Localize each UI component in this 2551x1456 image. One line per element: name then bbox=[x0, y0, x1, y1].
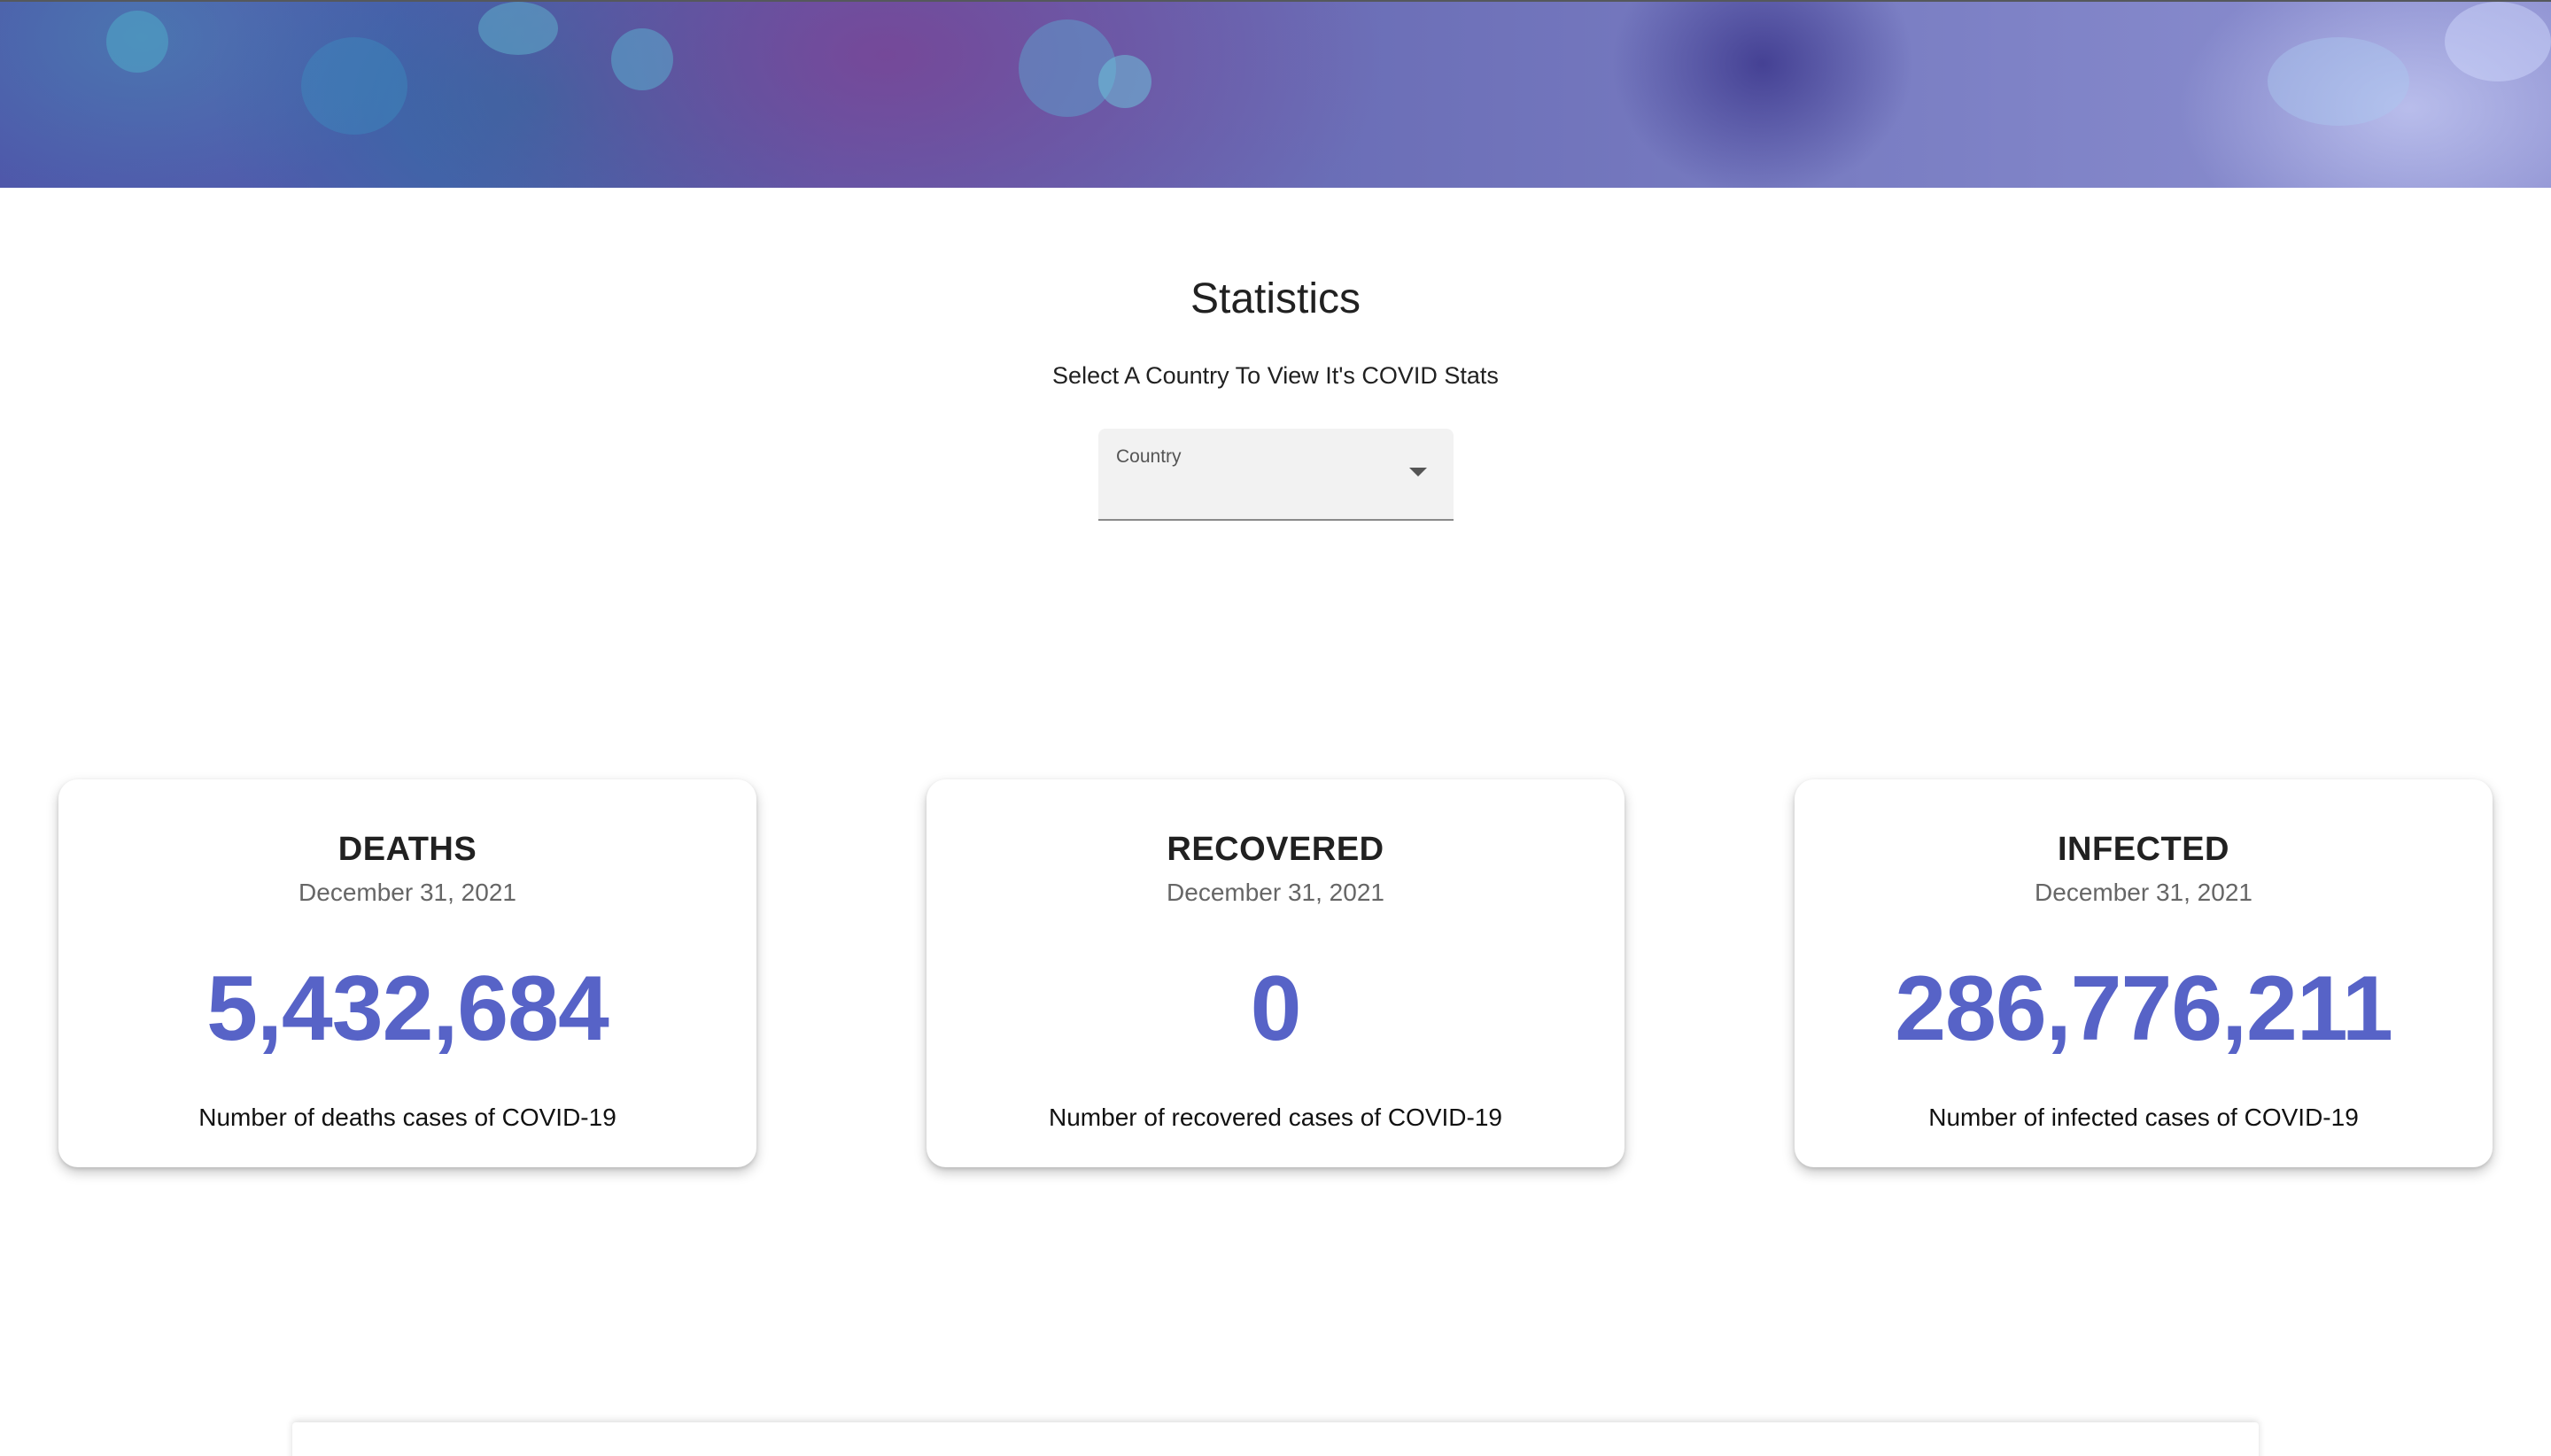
card-caption: Number of recovered cases of COVID-19 bbox=[1049, 1104, 1502, 1131]
arrow-drop-down-icon[interactable] bbox=[1409, 468, 1427, 476]
card-date: December 31, 2021 bbox=[1167, 879, 1384, 906]
virus-particle-decoration bbox=[478, 2, 558, 55]
page-subtitle: Select A Country To View It's COVID Stat… bbox=[1052, 362, 1499, 389]
recovered-card: RECOVERED December 31, 2021 0 Number of … bbox=[927, 779, 1624, 1167]
card-date: December 31, 2021 bbox=[299, 879, 516, 906]
card-date: December 31, 2021 bbox=[2035, 879, 2252, 906]
card-caption: Number of deaths cases of COVID-19 bbox=[198, 1104, 616, 1131]
country-select[interactable]: Country bbox=[1098, 429, 1454, 521]
page: Statistics Select A Country To View It's… bbox=[0, 0, 2551, 1456]
card-title: INFECTED bbox=[2058, 831, 2229, 868]
virus-particle-decoration bbox=[301, 37, 407, 135]
virus-particle-decoration bbox=[2445, 2, 2551, 81]
card-caption: Number of infected cases of COVID-19 bbox=[1928, 1104, 2359, 1131]
card-value: 0 bbox=[1250, 957, 1302, 1060]
virus-particle-decoration bbox=[2268, 37, 2409, 126]
virus-particle-decoration bbox=[106, 11, 168, 73]
hero-banner-image bbox=[0, 0, 2551, 188]
chart-panel bbox=[292, 1422, 2259, 1456]
page-title: Statistics bbox=[1190, 275, 1361, 322]
card-title: DEATHS bbox=[337, 831, 477, 868]
card-value: 286,776,211 bbox=[1895, 957, 2393, 1060]
card-value: 5,432,684 bbox=[206, 957, 609, 1060]
virus-particle-decoration bbox=[1098, 55, 1151, 108]
country-select-label: Country bbox=[1116, 446, 1182, 467]
deaths-card: DEATHS December 31, 2021 5,432,684 Numbe… bbox=[58, 779, 756, 1167]
virus-particle-decoration bbox=[611, 28, 673, 90]
card-title: RECOVERED bbox=[1167, 831, 1384, 868]
infected-card: INFECTED December 31, 2021 286,776,211 N… bbox=[1795, 779, 2493, 1167]
